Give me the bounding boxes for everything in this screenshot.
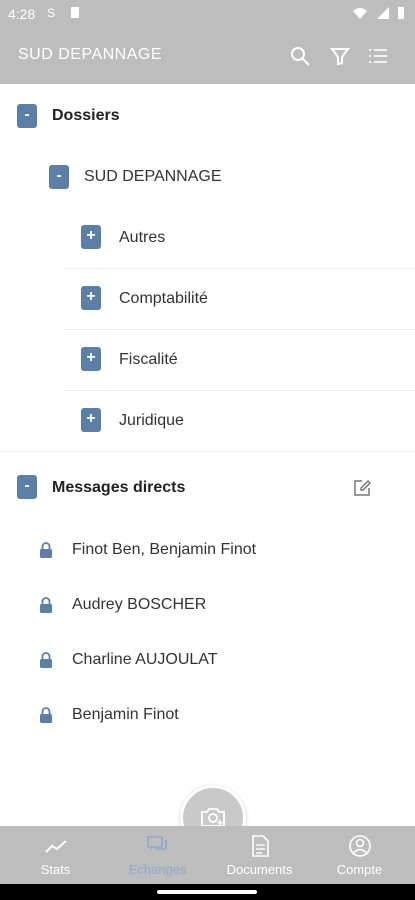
sync-icon: S [46,6,58,23]
content-list: - Dossiers - SUD DEPANNAGE + Autres + Co… [0,84,415,826]
nav-label: Compte [336,862,383,877]
messages-section-header[interactable]: - Messages directs [0,454,415,518]
nav-label: Stats [40,862,71,877]
camera-icon [201,808,225,827]
folder-label: Juridique [119,412,184,429]
folder-toggle[interactable]: + [81,225,101,249]
message-item[interactable]: Audrey BOSCHER [0,579,415,631]
battery-icon [398,7,404,19]
list-icon[interactable] [366,44,390,68]
folder-item-fiscalite[interactable]: + Fiscalité [0,330,415,390]
nav-item-compte[interactable]: Compte [308,826,411,884]
status-right-icons [352,6,405,23]
account-icon [349,835,371,857]
message-item[interactable]: Finot Ben, Benjamin Finot [0,524,415,576]
company-name: SUD DEPANNAGE [84,168,222,185]
compose-icon[interactable] [352,478,372,498]
message-name: Benjamin Finot [72,706,179,723]
svg-text:S: S [47,6,55,20]
company-toggle[interactable]: - [49,165,69,189]
folder-toggle[interactable]: + [81,286,101,310]
folder-item-autres[interactable]: + Autres [0,208,415,268]
stats-icon [45,840,67,853]
nav-item-stats[interactable]: Stats [4,826,107,884]
folder-item-juridique[interactable]: + Juridique [0,391,415,451]
folder-item-comptabilite[interactable]: + Comptabilité [0,269,415,329]
folder-label: Comptabilité [119,290,208,307]
document-icon [252,835,269,857]
message-item[interactable]: Benjamin Finot [0,689,415,741]
folder-label: Fiscalité [119,351,178,368]
messages-title: Messages directs [52,479,186,496]
search-icon[interactable] [288,44,312,68]
nav-item-documents[interactable]: Documents [208,826,311,884]
folder-toggle[interactable]: + [81,347,101,371]
wifi-icon [353,8,368,19]
dossiers-section-header[interactable]: - Dossiers [0,84,415,148]
nav-label: Documents [226,862,293,877]
section-divider [0,451,415,452]
clipboard-icon [70,6,80,22]
message-name: Audrey BOSCHER [72,596,207,613]
lock-icon [39,707,53,723]
folder-label: Autres [119,229,166,246]
nav-label: Echanges [128,862,187,877]
message-name: Finot Ben, Benjamin Finot [72,541,257,558]
folder-toggle[interactable]: + [81,408,101,432]
signal-icon [376,7,389,19]
lock-icon [39,597,53,613]
status-time: 4:28 [8,6,36,22]
home-indicator[interactable] [157,890,257,894]
filter-icon[interactable] [328,44,352,68]
app-bar: SUD DEPANNAGE [0,28,415,84]
chat-icon [147,836,167,851]
lock-icon [39,542,53,558]
company-folder[interactable]: - SUD DEPANNAGE [0,148,415,206]
messages-toggle[interactable]: - [17,475,37,499]
message-name: Charline AUJOULAT [72,651,218,668]
dossiers-title: Dossiers [52,107,120,124]
lock-icon [39,652,53,668]
dossiers-toggle[interactable]: - [17,104,37,128]
bottom-nav: Stats Echanges Documents Compte [0,826,415,884]
status-bar: 4:28 S [0,0,415,28]
app-title: SUD DEPANNAGE [18,46,163,63]
gesture-bar [0,884,415,900]
message-item[interactable]: Charline AUJOULAT [0,634,415,686]
nav-item-echanges[interactable]: Echanges [106,826,209,884]
